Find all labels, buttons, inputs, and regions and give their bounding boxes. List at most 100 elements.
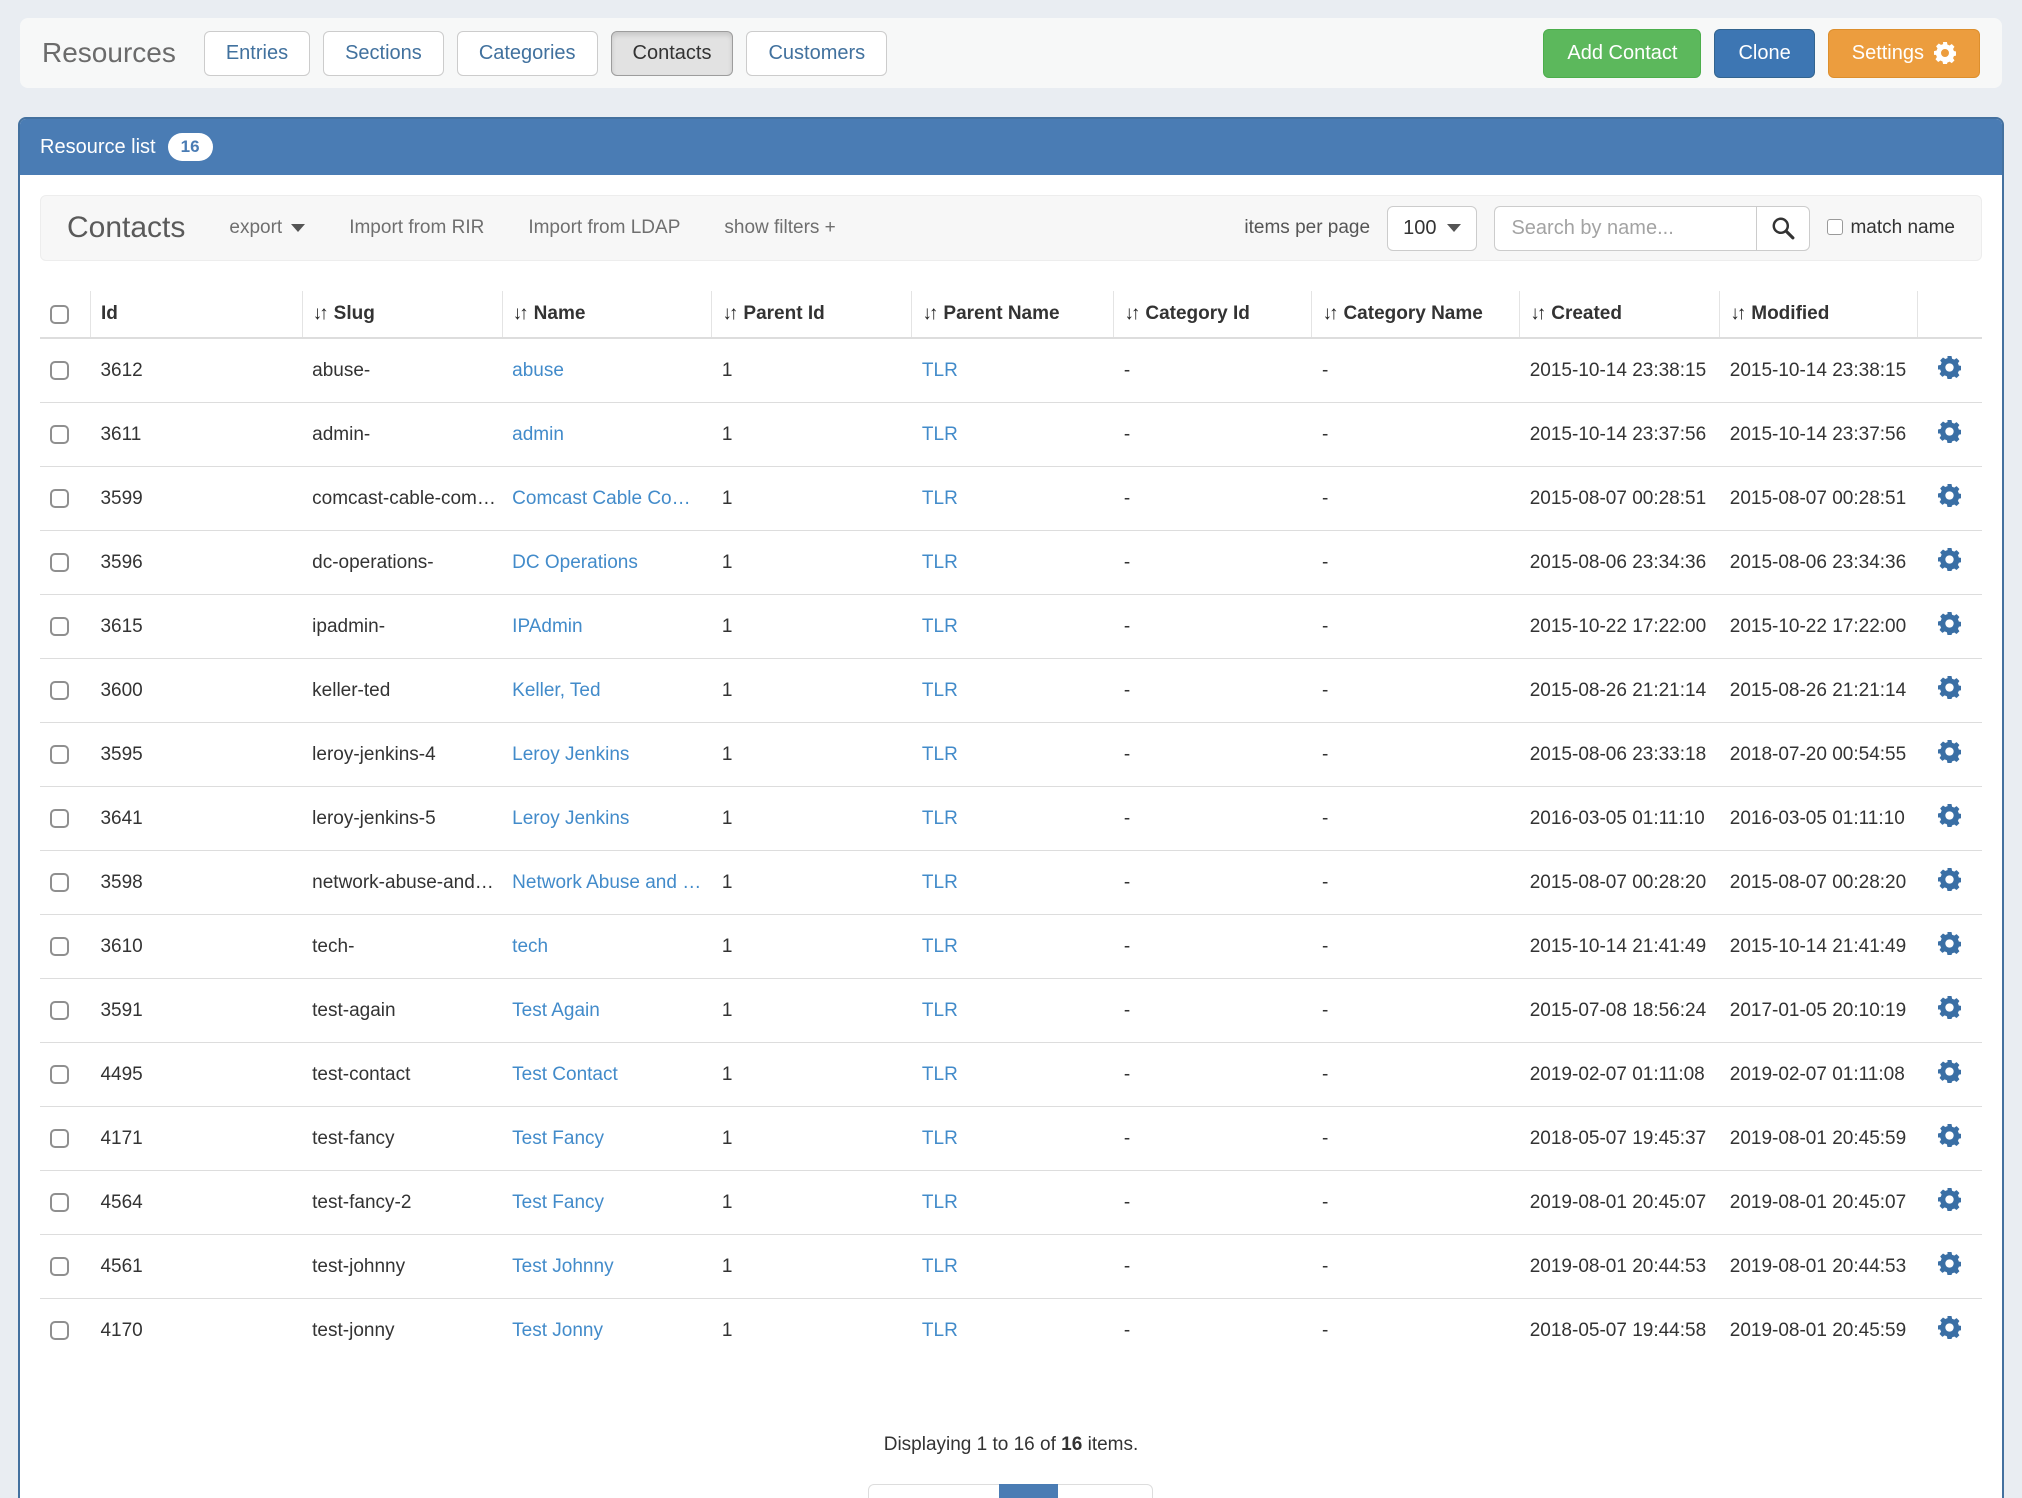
row-settings-button[interactable] bbox=[1938, 548, 1961, 571]
column-header-category-name[interactable]: ↓↑Category Name bbox=[1312, 291, 1520, 338]
row-checkbox[interactable] bbox=[50, 489, 69, 508]
name-link[interactable]: abuse bbox=[512, 360, 564, 381]
parent-name-link[interactable]: TLR bbox=[922, 936, 958, 957]
column-header-parent-name[interactable]: ↓↑Parent Name bbox=[912, 291, 1114, 338]
name-link[interactable]: Test Again bbox=[512, 1000, 600, 1021]
row-checkbox[interactable] bbox=[50, 361, 69, 380]
name-link[interactable]: Network Abuse and … bbox=[512, 872, 701, 893]
row-checkbox[interactable] bbox=[50, 681, 69, 700]
parent-name-link[interactable]: TLR bbox=[922, 488, 958, 509]
row-settings-button[interactable] bbox=[1938, 932, 1961, 955]
row-settings-button[interactable] bbox=[1938, 1188, 1961, 1211]
contacts-heading: Contacts bbox=[67, 211, 185, 245]
row-checkbox[interactable] bbox=[50, 1257, 69, 1276]
settings-button[interactable]: Settings bbox=[1828, 29, 1980, 78]
row-checkbox[interactable] bbox=[50, 745, 69, 764]
name-link[interactable]: DC Operations bbox=[512, 552, 638, 573]
parent-name-link[interactable]: TLR bbox=[922, 744, 958, 765]
column-header-created[interactable]: ↓↑Created bbox=[1520, 291, 1720, 338]
row-settings-button[interactable] bbox=[1938, 612, 1961, 635]
match-name-checkbox[interactable] bbox=[1827, 219, 1843, 235]
name-link[interactable]: Test Johnny bbox=[512, 1256, 613, 1277]
parent-name-link[interactable]: TLR bbox=[922, 808, 958, 829]
row-checkbox[interactable] bbox=[50, 873, 69, 892]
row-settings-button[interactable] bbox=[1938, 1060, 1961, 1083]
row-settings-button[interactable] bbox=[1938, 676, 1961, 699]
cell-category-name: - bbox=[1312, 1043, 1520, 1107]
name-link[interactable]: Comcast Cable Co… bbox=[512, 488, 690, 509]
column-header-category-id[interactable]: ↓↑Category Id bbox=[1114, 291, 1312, 338]
column-header-parent-id[interactable]: ↓↑Parent Id bbox=[712, 291, 912, 338]
name-link[interactable]: IPAdmin bbox=[512, 616, 582, 637]
cell-parent-id: 1 bbox=[712, 787, 912, 851]
column-header-modified[interactable]: ↓↑Modified bbox=[1720, 291, 1918, 338]
parent-name-link[interactable]: TLR bbox=[922, 1256, 958, 1277]
name-link[interactable]: Leroy Jenkins bbox=[512, 808, 629, 829]
row-checkbox[interactable] bbox=[50, 553, 69, 572]
show-filters-link[interactable]: show filters + bbox=[724, 217, 835, 239]
name-link[interactable]: admin bbox=[512, 424, 564, 445]
clone-button[interactable]: Clone bbox=[1714, 29, 1814, 78]
search-button[interactable] bbox=[1756, 206, 1810, 251]
name-link[interactable]: Leroy Jenkins bbox=[512, 744, 629, 765]
name-link[interactable]: tech bbox=[512, 936, 548, 957]
row-checkbox[interactable] bbox=[50, 1321, 69, 1340]
name-link[interactable]: Test Contact bbox=[512, 1064, 618, 1085]
row-checkbox[interactable] bbox=[50, 1065, 69, 1084]
parent-name-link[interactable]: TLR bbox=[922, 1192, 958, 1213]
row-checkbox[interactable] bbox=[50, 937, 69, 956]
import-from-rir-link[interactable]: Import from RIR bbox=[349, 217, 484, 239]
row-settings-button[interactable] bbox=[1938, 740, 1961, 763]
name-link[interactable]: Test Fancy bbox=[512, 1192, 604, 1213]
sort-icon: ↓↑ bbox=[1530, 303, 1543, 324]
row-settings-button[interactable] bbox=[1938, 356, 1961, 379]
column-header-slug[interactable]: ↓↑Slug bbox=[302, 291, 502, 338]
tab-contacts[interactable]: Contacts bbox=[611, 31, 734, 76]
import-from-ldap-link[interactable]: Import from LDAP bbox=[528, 217, 680, 239]
column-label: Name bbox=[534, 303, 586, 324]
tab-categories[interactable]: Categories bbox=[457, 31, 598, 76]
search-input[interactable] bbox=[1494, 206, 1756, 251]
row-settings-button[interactable] bbox=[1938, 1124, 1961, 1147]
row-settings-button[interactable] bbox=[1938, 420, 1961, 443]
parent-name-link[interactable]: TLR bbox=[922, 552, 958, 573]
name-link[interactable]: Keller, Ted bbox=[512, 680, 600, 701]
add-contact-button[interactable]: Add Contact bbox=[1543, 29, 1701, 78]
row-checkbox[interactable] bbox=[50, 425, 69, 444]
parent-name-link[interactable]: TLR bbox=[922, 360, 958, 381]
export-dropdown[interactable]: export bbox=[229, 217, 305, 239]
tab-sections[interactable]: Sections bbox=[323, 31, 444, 76]
cell-parent-name: TLR bbox=[912, 1043, 1114, 1107]
parent-name-link[interactable]: TLR bbox=[922, 680, 958, 701]
pagination-previous-button[interactable]: Previous bbox=[868, 1484, 1000, 1498]
parent-name-link[interactable]: TLR bbox=[922, 1064, 958, 1085]
row-checkbox[interactable] bbox=[50, 1193, 69, 1212]
row-checkbox[interactable] bbox=[50, 809, 69, 828]
row-settings-button[interactable] bbox=[1938, 804, 1961, 827]
parent-name-link[interactable]: TLR bbox=[922, 1128, 958, 1149]
parent-name-link[interactable]: TLR bbox=[922, 424, 958, 445]
items-per-page-select[interactable]: 100 bbox=[1387, 206, 1477, 251]
pagination-page-1-button[interactable]: 1 bbox=[999, 1484, 1058, 1498]
items-per-page-value: 100 bbox=[1403, 217, 1436, 240]
column-header-name[interactable]: ↓↑Name bbox=[502, 291, 712, 338]
row-settings-button[interactable] bbox=[1938, 996, 1961, 1019]
parent-name-link[interactable]: TLR bbox=[922, 1320, 958, 1341]
select-all-checkbox[interactable] bbox=[50, 305, 69, 324]
row-checkbox[interactable] bbox=[50, 1129, 69, 1148]
name-link[interactable]: Test Jonny bbox=[512, 1320, 603, 1341]
row-checkbox[interactable] bbox=[50, 1001, 69, 1020]
parent-name-link[interactable]: TLR bbox=[922, 1000, 958, 1021]
row-settings-button[interactable] bbox=[1938, 484, 1961, 507]
tab-entries[interactable]: Entries bbox=[204, 31, 310, 76]
row-settings-button[interactable] bbox=[1938, 868, 1961, 891]
parent-name-link[interactable]: TLR bbox=[922, 616, 958, 637]
cell-created: 2015-08-07 00:28:20 bbox=[1520, 851, 1720, 915]
row-settings-button[interactable] bbox=[1938, 1316, 1961, 1339]
name-link[interactable]: Test Fancy bbox=[512, 1128, 604, 1149]
tab-customers[interactable]: Customers bbox=[746, 31, 887, 76]
parent-name-link[interactable]: TLR bbox=[922, 872, 958, 893]
pagination-next-button[interactable]: Next bbox=[1057, 1484, 1152, 1498]
row-settings-button[interactable] bbox=[1938, 1252, 1961, 1275]
row-checkbox[interactable] bbox=[50, 617, 69, 636]
